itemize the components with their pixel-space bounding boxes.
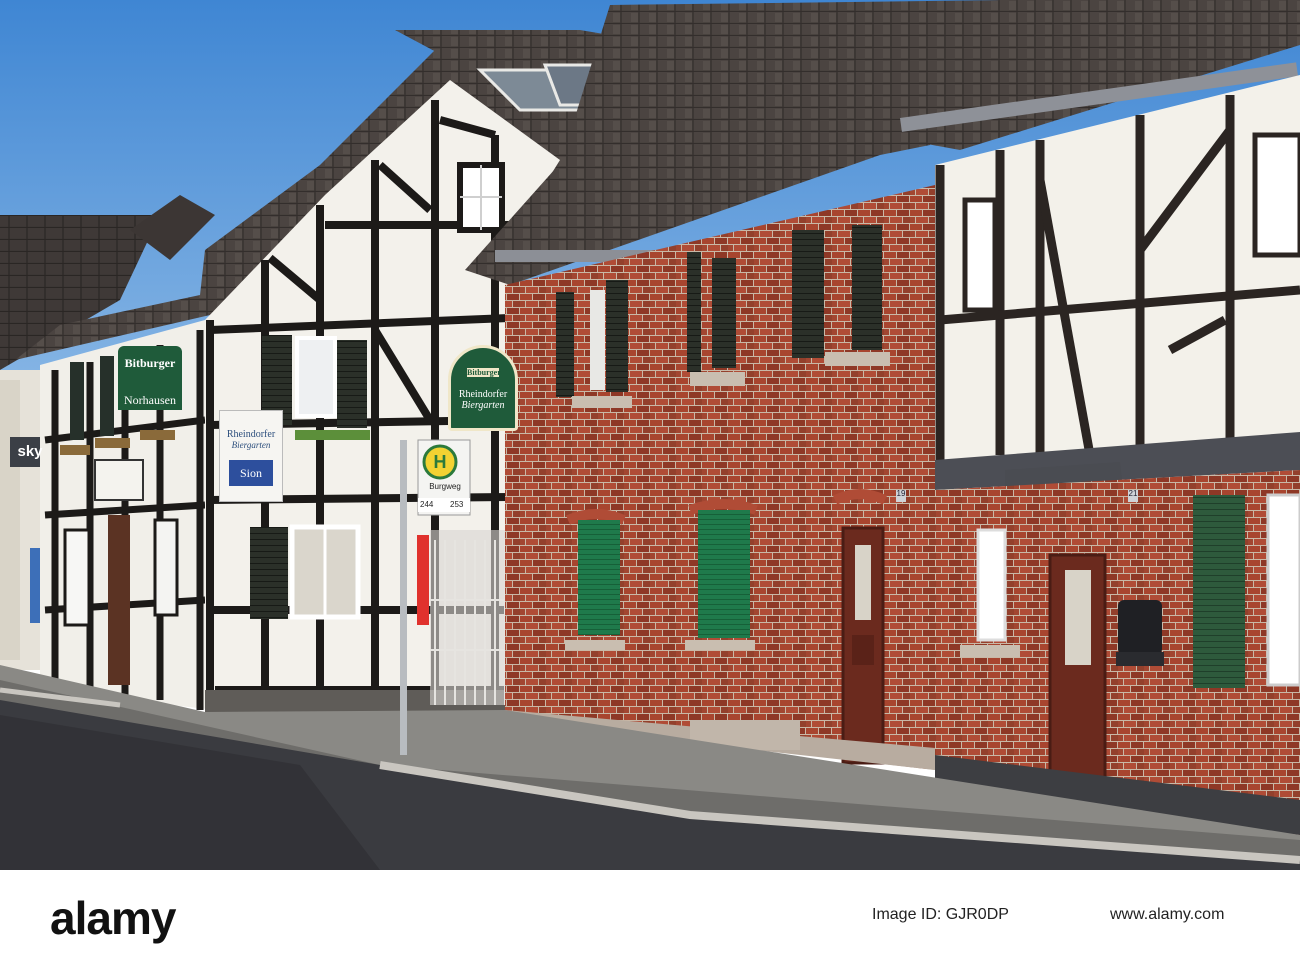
bus-stop-h-letter: H <box>433 452 447 472</box>
rheindorfer-small-sign: Rheindorfer Biergarten Sion <box>219 410 283 502</box>
hanging-line1-label: Rheindorfer <box>458 389 508 400</box>
bus-stop-name: Burgweg <box>429 482 461 491</box>
watermark-bar <box>0 870 1300 956</box>
house-number-21: 21 <box>1128 489 1138 498</box>
sky-logo-sign: sky <box>10 437 50 467</box>
image-id-label: Image ID: GJR0DP <box>872 906 1009 923</box>
sion-label: Sion <box>239 466 262 480</box>
street-scene-svg <box>0 0 1300 870</box>
small-sign-line2: Biergarten <box>231 440 271 450</box>
sky-label: sky <box>17 443 43 460</box>
norhausen-plate: Norhausen <box>118 390 182 410</box>
bus-route-b: 253 <box>450 500 464 509</box>
alamy-logo: alamy <box>50 892 176 944</box>
hanging-biergarten-sign: Bitburger Rheindorfer Biergarten <box>448 345 518 431</box>
alamy-url: www.alamy.com <box>1110 906 1225 923</box>
house-number-19: 19 <box>896 489 906 498</box>
iron-gate <box>430 530 510 705</box>
street-photo: Bitburger Norhausen Rheindorfer Biergart… <box>0 0 1300 870</box>
bus-route-a: 244 <box>420 500 434 509</box>
sion-logo: Sion <box>229 460 273 486</box>
sign-norhausen: Norhausen <box>124 393 176 407</box>
hanging-line2-label: Biergarten <box>461 400 505 411</box>
small-sign-line1: Rheindorfer <box>226 429 276 440</box>
sign-brand: Bitburger <box>124 356 176 370</box>
hanging-brand-label: Bitburger <box>467 368 501 377</box>
right-timbered-house <box>900 0 1300 835</box>
